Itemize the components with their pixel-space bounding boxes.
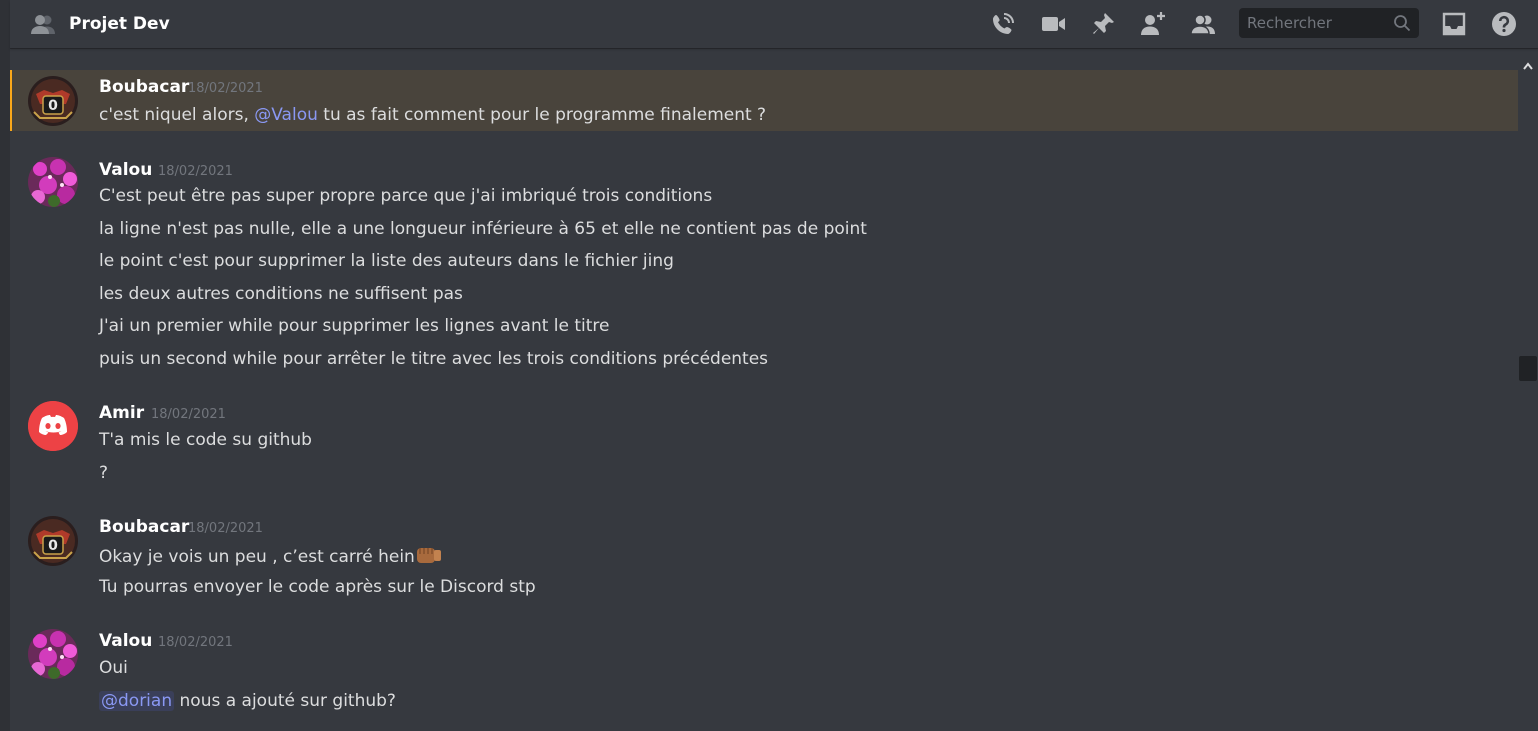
inbox-icon[interactable] <box>1441 11 1467 37</box>
add-friend-icon[interactable] <box>1140 11 1166 37</box>
message-text: ? <box>99 463 109 483</box>
video-icon[interactable] <box>1040 11 1066 37</box>
avatar[interactable] <box>28 157 78 207</box>
username[interactable]: Boubacar <box>99 76 189 98</box>
member-list-icon[interactable] <box>1190 11 1216 37</box>
svg-text:0: 0 <box>48 538 58 554</box>
message-text: puis un second while pour arrêter le tit… <box>99 349 769 369</box>
username[interactable]: Valou <box>99 159 152 181</box>
search-icon <box>1393 14 1411 32</box>
pin-icon[interactable] <box>1090 11 1116 37</box>
call-icon[interactable] <box>990 11 1016 37</box>
message-text: Tu pourras envoyer le code après sur le … <box>99 577 536 597</box>
timestamp: 18/02/2021 <box>188 521 263 536</box>
help-icon[interactable] <box>1491 11 1517 37</box>
fist-bump-emoji[interactable] <box>416 544 442 572</box>
username[interactable]: Boubacar <box>99 516 189 538</box>
message-list[interactable]: 0 Boubacar 18/02/2021 c'est niquel alors… <box>10 52 1518 731</box>
username[interactable]: Amir <box>99 402 144 424</box>
timestamp: 18/02/2021 <box>158 164 233 179</box>
message-text: le point c'est pour supprimer la liste d… <box>99 251 674 271</box>
scrollbar-track[interactable] <box>1518 52 1538 731</box>
message-text: Okay je vois un peu , c’est carré hein <box>99 544 442 572</box>
search-box[interactable] <box>1239 8 1419 38</box>
avatar[interactable]: 0 <box>28 516 78 566</box>
user-mention[interactable]: @dorian <box>99 691 175 711</box>
timestamp: 18/02/2021 <box>151 407 226 422</box>
server-sidebar-edge <box>0 0 10 731</box>
message-text-segment: tu as fait comment pour le programme fin… <box>317 105 767 125</box>
user-mention[interactable]: @Valou <box>254 105 318 125</box>
message-text: J'ai un premier while pour supprimer les… <box>99 316 610 336</box>
message-text: @dorian nous a ajouté sur github? <box>99 690 396 712</box>
username[interactable]: Valou <box>99 630 152 652</box>
timestamp: 18/02/2021 <box>188 81 263 96</box>
message-item[interactable]: 0 Boubacar 18/02/2021 Okay je vois un pe… <box>10 510 1518 605</box>
message-text-segment: c'est niquel alors, <box>99 105 255 125</box>
message-item[interactable]: Amir 18/02/2021 T'a mis le code su githu… <box>10 396 1518 491</box>
message-text: les deux autres conditions ne suffisent … <box>99 284 463 304</box>
message-text: T'a mis le code su github <box>99 430 312 450</box>
svg-text:0: 0 <box>48 98 58 114</box>
timestamp: 18/02/2021 <box>158 635 233 650</box>
message-text: C'est peut être pas super propre parce q… <box>99 186 713 206</box>
scrollbar-thumb[interactable] <box>1519 356 1537 381</box>
message-text: c'est niquel alors, @Valou tu as fait co… <box>99 104 766 126</box>
message-item[interactable]: Valou 18/02/2021 Oui @dorian nous a ajou… <box>10 624 1518 731</box>
message-text-segment: nous a ajouté sur github? <box>174 691 396 711</box>
avatar[interactable]: 0 <box>28 76 78 126</box>
channel-title: Projet Dev <box>69 14 170 34</box>
message-item[interactable]: 0 Boubacar 18/02/2021 c'est niquel alors… <box>10 70 1518 131</box>
channel-header: Projet Dev <box>10 0 1538 48</box>
avatar[interactable] <box>28 629 78 679</box>
avatar[interactable] <box>28 401 78 451</box>
members-channel-icon <box>30 12 56 36</box>
message-text: Oui <box>99 658 128 678</box>
message-text: la ligne n'est pas nulle, elle a une lon… <box>99 219 867 239</box>
message-item[interactable]: Valou 18/02/2021 C'est peut être pas sup… <box>10 152 1518 377</box>
scroll-up-arrow-icon[interactable] <box>1522 56 1534 70</box>
mention-highlight-bar <box>10 70 12 131</box>
search-input[interactable] <box>1239 8 1397 38</box>
message-text-segment: Okay je vois un peu , c’est carré hein <box>99 547 415 567</box>
